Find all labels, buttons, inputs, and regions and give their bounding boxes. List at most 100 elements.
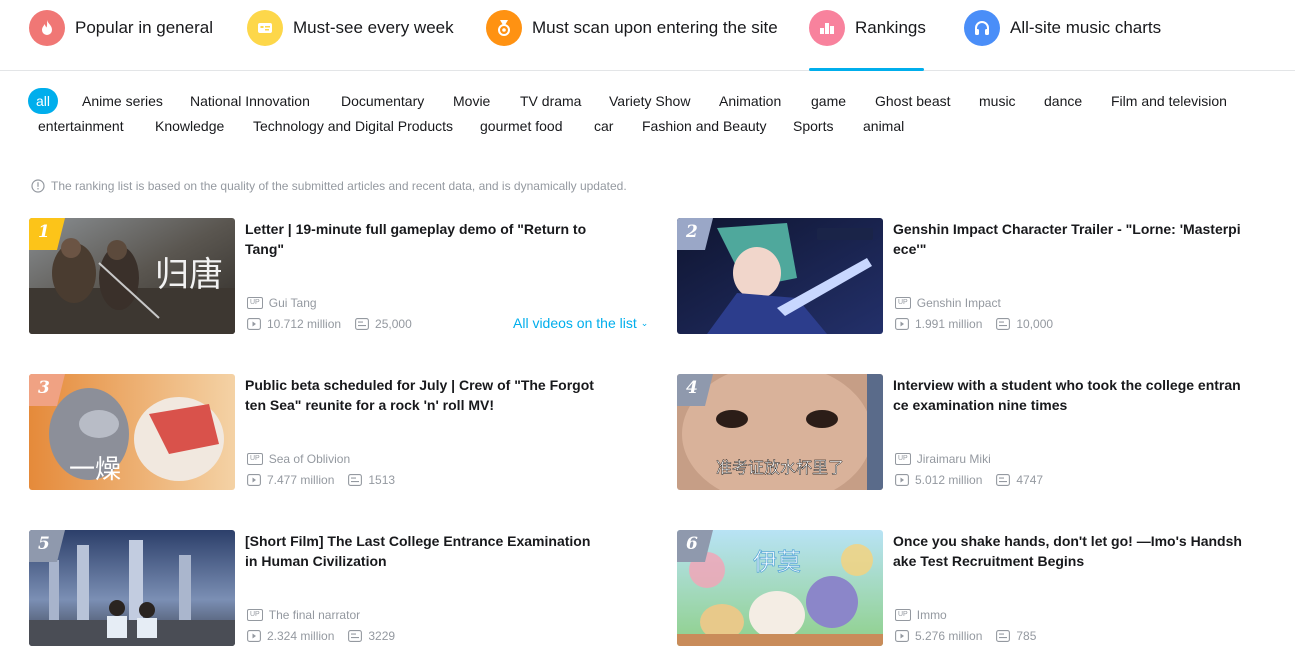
tag-technology[interactable]: Technology and Digital Products: [253, 113, 453, 139]
active-tab-indicator: [809, 68, 924, 71]
up-badge: UP: [247, 609, 263, 621]
tag-ghost-beast[interactable]: Ghost beast: [875, 88, 951, 114]
tag-documentary[interactable]: Documentary: [341, 88, 424, 114]
view-count: 7.477 million: [267, 473, 335, 487]
tag-fashion-and-beauty[interactable]: Fashion and Beauty: [642, 113, 767, 139]
nav-label: Popular in general: [75, 18, 213, 37]
uploader[interactable]: UP Immo: [895, 608, 947, 622]
video-stats: 2.324 million 3229: [247, 629, 395, 643]
up-badge: UP: [895, 609, 911, 621]
video-thumbnail[interactable]: 归唐 1: [29, 218, 235, 334]
uploader-name: Immo: [916, 608, 947, 622]
up-badge: UP: [247, 297, 263, 309]
video-stats: 10.712 million 25,000: [247, 317, 412, 331]
video-thumbnail[interactable]: 5: [29, 530, 235, 646]
calendar-card-icon: [247, 10, 283, 46]
danmaku-icon: [996, 630, 1011, 642]
view-count: 10.712 million: [267, 317, 342, 331]
up-badge: UP: [895, 297, 911, 309]
uploader-name: Jiraimaru Miki: [916, 452, 991, 466]
tag-variety-show[interactable]: Variety Show: [609, 88, 690, 114]
nav-rankings[interactable]: Rankings: [809, 8, 926, 48]
video-title[interactable]: [Short Film] The Last College Entrance E…: [245, 531, 597, 571]
video-card-3: 一燥 3 Public beta scheduled for July | Cr…: [29, 374, 649, 491]
tag-national-innovation[interactable]: National Innovation: [190, 88, 310, 114]
rank-number: 5: [38, 534, 50, 554]
video-title[interactable]: Genshin Impact Character Trailer - "Lorn…: [893, 219, 1245, 259]
tag-film-and-television[interactable]: Film and television: [1111, 88, 1227, 114]
uploader-name: Sea of Oblivion: [268, 452, 351, 466]
video-thumbnail[interactable]: 一燥 3: [29, 374, 235, 490]
top-navigation: Popular in general Must-see every week M…: [0, 0, 1295, 71]
tag-music[interactable]: music: [979, 88, 1016, 114]
uploader[interactable]: UP The final narrator: [247, 608, 360, 622]
nav-must-scan[interactable]: Must scan upon entering the site: [486, 8, 778, 48]
tag-movie[interactable]: Movie: [453, 88, 490, 114]
danmaku-icon: [996, 318, 1011, 330]
video-stats: 7.477 million 1513: [247, 473, 395, 487]
view-count: 5.012 million: [915, 473, 983, 487]
nav-music-charts[interactable]: All-site music charts: [964, 8, 1161, 48]
nav-label: Rankings: [855, 18, 926, 37]
tag-car[interactable]: car: [594, 113, 613, 139]
video-thumbnail[interactable]: 2: [677, 218, 883, 334]
view-count: 2.324 million: [267, 629, 335, 643]
nav-popular-in-general[interactable]: Popular in general: [29, 8, 213, 48]
thumbnail-caption: 归唐: [155, 255, 223, 295]
video-card-2: 2 Genshin Impact Character Trailer - "Lo…: [677, 218, 1295, 335]
tag-sports[interactable]: Sports: [793, 113, 833, 139]
video-stats: 5.012 million 4747: [895, 473, 1043, 487]
medal-icon: [486, 10, 522, 46]
tag-animal[interactable]: animal: [863, 113, 904, 139]
uploader[interactable]: UP Sea of Oblivion: [247, 452, 350, 466]
thumbnail-caption: 伊莫: [753, 548, 801, 576]
video-card-1: 归唐 1 Letter | 19-minute full gameplay de…: [29, 218, 649, 335]
video-title[interactable]: Letter | 19-minute full gameplay demo of…: [245, 219, 597, 259]
nav-label: Must scan upon entering the site: [532, 18, 778, 37]
video-title[interactable]: Public beta scheduled for July | Crew of…: [245, 375, 597, 415]
danmaku-count: 10,000: [1016, 317, 1054, 331]
video-card-4: 准考证放水杯里了 4 Interview with a student who …: [677, 374, 1295, 491]
view-count: 5.276 million: [915, 629, 983, 643]
play-count-icon: [895, 318, 909, 330]
danmaku-icon: [348, 474, 363, 486]
chevron-down-icon: ⌄: [640, 317, 649, 328]
nav-must-see-every-week[interactable]: Must-see every week: [247, 8, 454, 48]
uploader[interactable]: UP Gui Tang: [247, 296, 317, 310]
uploader-name: The final narrator: [268, 608, 361, 622]
rank-number: 4: [686, 378, 698, 398]
danmaku-icon: [996, 474, 1011, 486]
danmaku-icon: [348, 630, 363, 642]
rank-number: 6: [686, 534, 698, 554]
all-videos-on-list-link[interactable]: All videos on the list ⌄: [513, 315, 648, 331]
uploader-name: Gui Tang: [268, 296, 317, 310]
tag-game[interactable]: game: [811, 88, 846, 114]
danmaku-count: 785: [1016, 629, 1037, 643]
danmaku-count: 4747: [1016, 473, 1044, 487]
danmaku-count: 3229: [368, 629, 396, 643]
tag-tv-drama[interactable]: TV drama: [520, 88, 581, 114]
video-card-6: 伊莫 6 Once you shake hands, don't let go!…: [677, 530, 1295, 647]
play-count-icon: [247, 318, 261, 330]
uploader[interactable]: UP Genshin Impact: [895, 296, 1001, 310]
tag-gourmet-food[interactable]: gourmet food: [480, 113, 563, 139]
tag-dance[interactable]: dance: [1044, 88, 1082, 114]
video-stats: 1.991 million 10,000: [895, 317, 1053, 331]
flame-icon: [29, 10, 65, 46]
video-thumbnail[interactable]: 准考证放水杯里了 4: [677, 374, 883, 490]
notice-text: The ranking list is based on the quality…: [51, 179, 627, 193]
video-title[interactable]: Once you shake hands, don't let go! —Imo…: [893, 531, 1245, 571]
tag-all[interactable]: all: [28, 88, 59, 114]
video-thumbnail[interactable]: 伊莫 6: [677, 530, 883, 646]
nav-label: Must-see every week: [293, 18, 454, 37]
tag-entertainment[interactable]: entertainment: [38, 113, 124, 139]
danmaku-count: 1513: [368, 473, 396, 487]
video-title[interactable]: Interview with a student who took the co…: [893, 375, 1245, 415]
view-count: 1.991 million: [915, 317, 983, 331]
podium-icon: [809, 10, 845, 46]
tag-knowledge[interactable]: Knowledge: [155, 113, 224, 139]
uploader[interactable]: UP Jiraimaru Miki: [895, 452, 991, 466]
play-count-icon: [895, 630, 909, 642]
tag-anime-series[interactable]: Anime series: [82, 88, 163, 114]
tag-animation[interactable]: Animation: [719, 88, 781, 114]
